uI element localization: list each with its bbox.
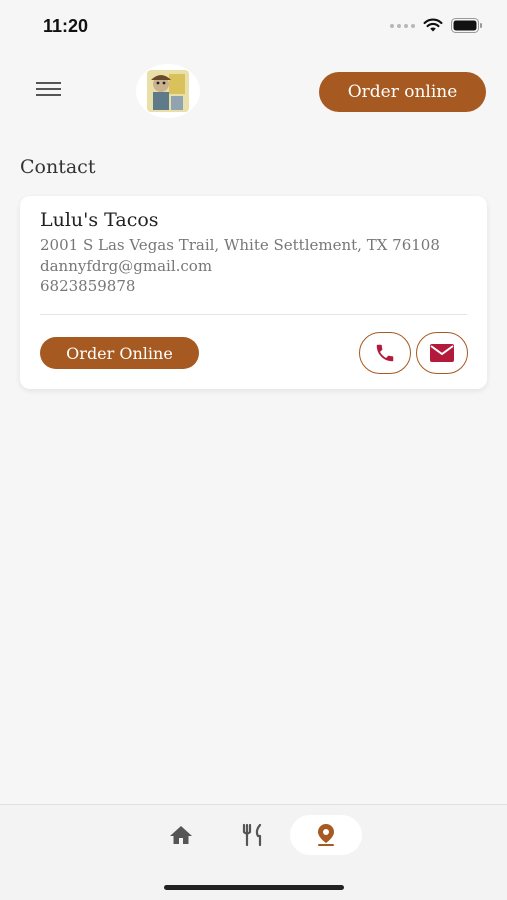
nav-menu[interactable]: [226, 815, 282, 855]
nav-location[interactable]: [290, 815, 362, 855]
restaurant-name: Lulu's Tacos: [40, 209, 159, 231]
wifi-icon: [423, 18, 443, 32]
contact-card: Lulu's Tacos 2001 S Las Vegas Trail, Whi…: [20, 196, 487, 389]
mail-icon: [430, 344, 454, 362]
location-pin-icon: [318, 824, 334, 846]
status-bar: 11:20: [0, 0, 507, 52]
restaurant-address: 2001 S Las Vegas Trail, White Settlement…: [40, 236, 440, 254]
restaurant-email[interactable]: dannyfdrg@gmail.com: [40, 257, 212, 275]
status-time: 11:20: [43, 16, 89, 36]
divider: [40, 314, 467, 315]
phone-icon: [376, 344, 394, 362]
nav-home[interactable]: [153, 815, 209, 855]
order-online-button-card[interactable]: Order Online: [40, 337, 199, 369]
email-button[interactable]: [416, 332, 468, 374]
hamburger-icon: [36, 82, 61, 84]
restaurant-phone[interactable]: 6823859878: [40, 277, 135, 295]
restaurant-logo[interactable]: [136, 64, 200, 118]
logo-image: [147, 70, 189, 112]
home-indicator: [164, 885, 344, 890]
page-title: Contact: [20, 156, 96, 178]
home-icon: [170, 826, 192, 844]
fork-knife-icon: [242, 823, 262, 847]
battery-icon: [451, 18, 482, 33]
order-online-button-header[interactable]: Order online: [319, 72, 486, 112]
signal-icon: [390, 23, 415, 28]
status-icons: [390, 18, 483, 33]
hamburger-menu-button[interactable]: [36, 82, 64, 102]
app-header: Order online: [0, 60, 507, 124]
call-button[interactable]: [359, 332, 411, 374]
